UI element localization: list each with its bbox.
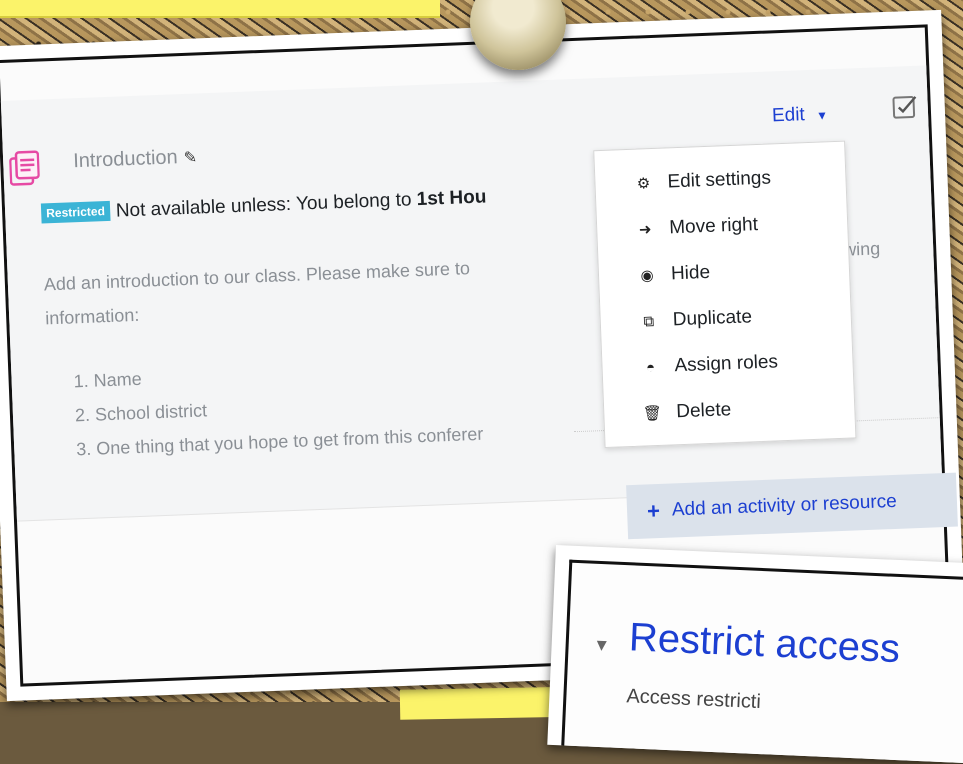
menu-item-hide[interactable]: ◉ Hide	[598, 248, 849, 298]
menu-item-label[interactable]: Edit settings	[667, 167, 771, 193]
activity-title[interactable]: Introduction ✎	[73, 145, 198, 173]
gear-icon: ⚙	[631, 174, 656, 193]
edit-label[interactable]: Edit	[772, 104, 806, 126]
restrict-access-screenshot: ▾ Restrict access Access restricti	[561, 560, 963, 764]
duplicate-icon: ⧉	[636, 312, 661, 330]
activity-description: Add an introduction to our class. Please…	[43, 251, 472, 335]
menu-item-label[interactable]: Delete	[676, 399, 732, 423]
add-activity-label[interactable]: Add an activity or resource	[672, 491, 898, 522]
access-restrictions-label: Access restricti	[626, 685, 761, 714]
restrict-access-photo-card: ▾ Restrict access Access restricti	[547, 545, 963, 764]
menu-item-move-right[interactable]: ➜ Move right	[597, 202, 848, 252]
trash-icon: 🗑	[640, 404, 665, 423]
completion-checkbox-icon[interactable]	[891, 94, 918, 121]
plus-icon: +	[647, 498, 661, 524]
restrict-access-heading[interactable]: Restrict access	[628, 615, 901, 672]
menu-item-duplicate[interactable]: ⧉ Duplicate	[600, 294, 851, 344]
eye-icon: ◉	[635, 266, 660, 285]
add-activity-button[interactable]: + Add an activity or resource	[626, 473, 958, 540]
pencil-icon[interactable]: ✎	[183, 149, 197, 167]
menu-item-delete[interactable]: 🗑 Delete	[604, 385, 855, 435]
arrow-right-icon: ➜	[633, 220, 658, 239]
course-section: Introduction ✎ RestrictedNot available un…	[1, 65, 942, 521]
edit-menu-toggle[interactable]: Edit ▼	[772, 103, 829, 127]
page-activity-icon	[9, 150, 40, 187]
restriction-info: RestrictedNot available unless: You belo…	[41, 186, 487, 225]
edit-dropdown-menu: ⚙ Edit settings ➜ Move right ◉ Hide ⧉ Du…	[593, 141, 856, 448]
menu-item-label[interactable]: Duplicate	[672, 306, 752, 331]
menu-item-label[interactable]: Move right	[669, 214, 758, 239]
menu-item-edit-settings[interactable]: ⚙ Edit settings	[595, 156, 846, 206]
menu-item-label[interactable]: Assign roles	[674, 351, 778, 377]
menu-item-label[interactable]: Hide	[671, 262, 711, 285]
restriction-group: 1st Hou	[416, 186, 486, 210]
restricted-badge: Restricted	[41, 201, 110, 224]
activity-title-label[interactable]: Introduction	[73, 146, 178, 172]
description-list: 1. Name 2. School district 3. One thing …	[73, 349, 484, 467]
sticky-note-top	[0, 0, 440, 18]
menu-item-assign-roles[interactable]: ◓ Assign roles	[602, 339, 853, 389]
user-circle-icon: ◓	[638, 358, 663, 376]
collapse-chevron-icon[interactable]: ▾	[596, 632, 607, 657]
restriction-text: Not available unless: You belong to	[115, 189, 417, 222]
caret-down-icon[interactable]: ▼	[816, 108, 828, 122]
